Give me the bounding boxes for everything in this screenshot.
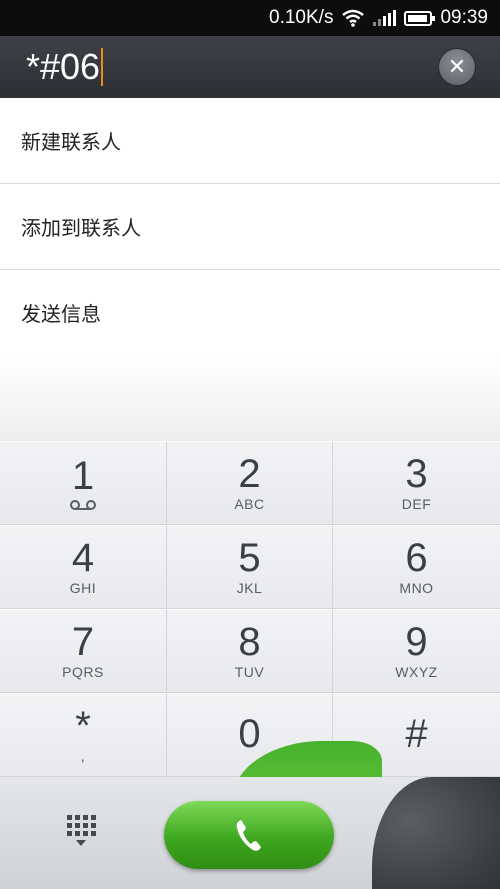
- list-fade-area: [0, 355, 500, 441]
- menu-item-send-message[interactable]: 发送信息: [0, 270, 500, 356]
- key-digit: 0: [238, 712, 261, 756]
- dial-number-field[interactable]: *#06: [26, 46, 104, 88]
- battery-icon: [404, 10, 436, 26]
- call-button[interactable]: [164, 801, 334, 869]
- key-letters: PQRS: [62, 664, 104, 680]
- phone-icon: [236, 820, 261, 851]
- key-4[interactable]: 4 GHI: [0, 525, 167, 609]
- key-8[interactable]: 8 TUV: [167, 609, 333, 693]
- key-star[interactable]: * ,: [0, 693, 167, 777]
- key-letters: GHI: [69, 580, 97, 596]
- key-digit: 9: [405, 620, 428, 664]
- key-letters: ABC: [234, 496, 265, 512]
- dialpad-toggle-button[interactable]: [66, 815, 96, 851]
- clear-input-button[interactable]: ✕: [438, 48, 476, 86]
- key-9[interactable]: 9 WXYZ: [333, 609, 500, 693]
- key-7[interactable]: 7 PQRS: [0, 609, 167, 693]
- delete-button[interactable]: [372, 777, 500, 889]
- status-bar: 0.10K/s 09:39: [0, 0, 500, 36]
- voicemail-icon: [70, 500, 96, 510]
- key-digit: #: [405, 712, 428, 756]
- key-5[interactable]: 5 JKL: [167, 525, 333, 609]
- key-letters: WXYZ: [395, 664, 438, 680]
- signal-strength-icon: [373, 10, 397, 26]
- network-speed: 0.10K/s: [269, 7, 334, 28]
- close-icon: ✕: [447, 54, 467, 80]
- dialer-action-bar: [0, 777, 500, 889]
- key-2[interactable]: 2 ABC: [167, 441, 333, 525]
- key-digit: 3: [405, 452, 428, 496]
- key-digit: 6: [405, 536, 428, 580]
- key-3[interactable]: 3 DEF: [333, 441, 500, 525]
- key-digit: 1: [71, 454, 95, 498]
- key-digit: 2: [238, 452, 261, 496]
- key-digit: 8: [238, 620, 261, 664]
- dialpad-icon: [66, 815, 96, 836]
- dial-keypad: 1 2 ABC 3 DEF 4 GHI 5 JKL 6 MNO 7 PQRS 8…: [0, 441, 500, 777]
- clock: 09:39: [440, 7, 488, 28]
- key-letters: DEF: [401, 496, 432, 512]
- menu-item-add-to-contact[interactable]: 添加到联系人: [0, 184, 500, 270]
- key-digit: 4: [71, 536, 95, 580]
- key-letters: MNO: [399, 580, 434, 596]
- chevron-down-icon: [76, 840, 86, 846]
- key-1[interactable]: 1: [0, 441, 167, 525]
- key-letters: TUV: [234, 664, 265, 680]
- key-digit: 7: [71, 620, 95, 664]
- wifi-icon: [342, 9, 365, 27]
- menu-item-label: 发送信息: [21, 302, 101, 326]
- key-digit: *: [75, 704, 91, 748]
- key-6[interactable]: 6 MNO: [333, 525, 500, 609]
- key-digit: 5: [238, 536, 261, 580]
- menu-item-label: 添加到联系人: [21, 216, 141, 240]
- text-cursor: [101, 48, 104, 86]
- key-letters: JKL: [236, 580, 263, 596]
- key-letters: ,: [80, 748, 86, 764]
- dial-input-bar: *#06 ✕: [0, 36, 500, 98]
- menu-item-new-contact[interactable]: 新建联系人: [0, 98, 500, 184]
- suggestion-menu: 新建联系人 添加到联系人 发送信息: [0, 98, 500, 356]
- dial-number-text: *#06: [26, 46, 101, 87]
- menu-item-label: 新建联系人: [21, 130, 121, 154]
